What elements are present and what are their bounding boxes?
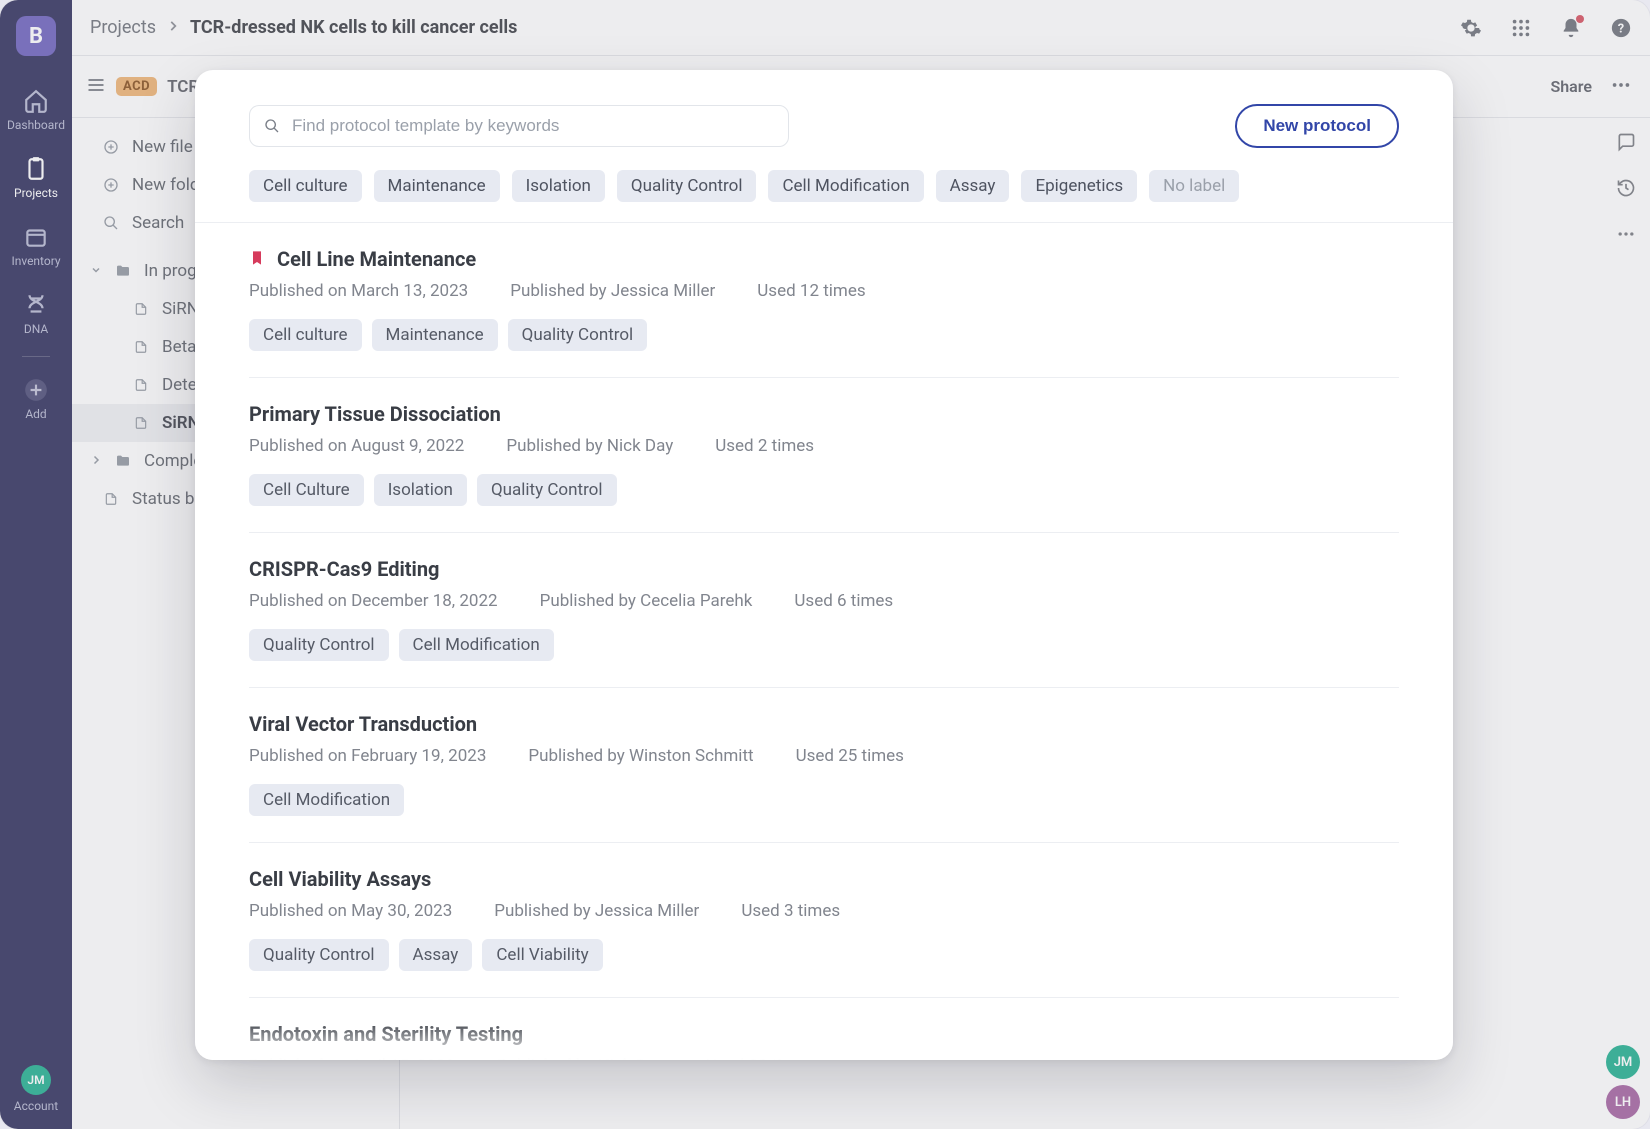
filter-chip[interactable]: Assay [936, 170, 1010, 202]
filter-chip[interactable]: Quality Control [617, 170, 757, 202]
filter-chip[interactable]: Isolation [512, 170, 605, 202]
protocol-published-by: Published by Jessica Miller [510, 281, 715, 301]
search-input[interactable] [292, 116, 774, 136]
protocol-published-on: Published on April 15, 2022 [249, 1056, 455, 1060]
protocol-item[interactable]: Primary Tissue Dissociation Published on … [249, 378, 1399, 533]
protocol-published-by: Published by Cecelia Parehk [540, 591, 753, 611]
tag[interactable]: Cell Viability [482, 939, 602, 971]
protocol-published-by: Published by Nick Day [506, 436, 673, 456]
filter-chip[interactable]: Cell culture [249, 170, 362, 202]
protocol-item[interactable]: Cell Viability Assays Published on May 30… [249, 843, 1399, 998]
protocol-used-count: Used 22 times [706, 1056, 814, 1060]
protocol-tags: Cell Modification [249, 784, 1399, 816]
tag[interactable]: Assay [399, 939, 473, 971]
protocol-item[interactable]: Viral Vector Transduction Published on Fe… [249, 688, 1399, 843]
protocol-published-by: Published by Nick Day [497, 1056, 664, 1060]
tag[interactable]: Quality Control [249, 939, 389, 971]
protocol-title: CRISPR-Cas9 Editing [249, 557, 439, 581]
search-icon [264, 118, 280, 134]
filter-chip-no-label[interactable]: No label [1149, 170, 1239, 202]
filter-chip[interactable]: Maintenance [374, 170, 500, 202]
protocol-title: Viral Vector Transduction [249, 712, 477, 736]
protocol-used-count: Used 6 times [794, 591, 893, 611]
protocol-published-on: Published on February 19, 2023 [249, 746, 486, 766]
protocol-title: Endotoxin and Sterility Testing [249, 1022, 523, 1046]
protocol-published-by: Published by Winston Schmitt [528, 746, 753, 766]
filter-chip[interactable]: Epigenetics [1021, 170, 1137, 202]
protocol-title: Primary Tissue Dissociation [249, 402, 501, 426]
protocol-published-on: Published on May 30, 2023 [249, 901, 452, 921]
protocol-tags: Quality Control Assay Cell Viability [249, 939, 1399, 971]
protocol-published-on: Published on December 18, 2022 [249, 591, 498, 611]
protocol-picker-modal: New protocol Cell culture Maintenance Isol… [195, 70, 1453, 1060]
protocol-item[interactable]: CRISPR-Cas9 Editing Published on December… [249, 533, 1399, 688]
protocol-tags: Quality Control Cell Modification [249, 629, 1399, 661]
tag[interactable]: Maintenance [372, 319, 498, 351]
protocol-item[interactable]: Cell Line Maintenance Published on March … [249, 223, 1399, 378]
tag[interactable]: Isolation [374, 474, 467, 506]
filter-chip[interactable]: Cell Modification [768, 170, 923, 202]
protocol-list[interactable]: Cell Line Maintenance Published on March … [195, 223, 1453, 1060]
filter-chip-row: Cell culture Maintenance Isolation Quality … [195, 166, 1453, 223]
protocol-published-on: Published on March 13, 2023 [249, 281, 468, 301]
protocol-published-by: Published by Jessica Miller [494, 901, 699, 921]
protocol-tags: Cell Culture Isolation Quality Control [249, 474, 1399, 506]
tag[interactable]: Cell Modification [249, 784, 404, 816]
tag[interactable]: Quality Control [249, 629, 389, 661]
tag[interactable]: Cell Culture [249, 474, 364, 506]
tag[interactable]: Quality Control [477, 474, 617, 506]
protocol-title: Cell Viability Assays [249, 867, 431, 891]
protocol-used-count: Used 25 times [796, 746, 904, 766]
new-protocol-button[interactable]: New protocol [1235, 104, 1399, 148]
tag[interactable]: Cell culture [249, 319, 362, 351]
protocol-title: Cell Line Maintenance [277, 247, 476, 271]
protocol-tags: Cell culture Maintenance Quality Control [249, 319, 1399, 351]
protocol-used-count: Used 12 times [757, 281, 865, 301]
protocol-published-on: Published on August 9, 2022 [249, 436, 464, 456]
protocol-used-count: Used 2 times [715, 436, 814, 456]
bookmark-icon [249, 247, 265, 271]
protocol-used-count: Used 3 times [741, 901, 840, 921]
tag[interactable]: Quality Control [508, 319, 648, 351]
search-input-wrap[interactable] [249, 105, 789, 147]
protocol-item[interactable]: Endotoxin and Sterility Testing Published… [249, 998, 1399, 1060]
tag[interactable]: Cell Modification [399, 629, 554, 661]
